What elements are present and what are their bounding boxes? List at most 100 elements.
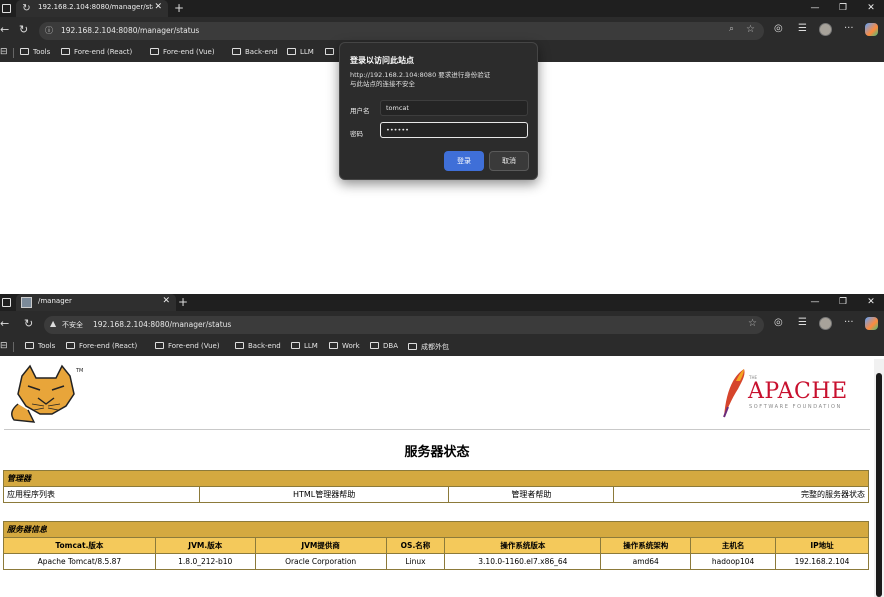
- cancel-button[interactable]: 取消: [489, 151, 529, 171]
- bookmark-tools[interactable]: Tools: [20, 48, 50, 56]
- bookmarks-menu-icon[interactable]: ⊟: [0, 341, 8, 351]
- extensions-icon[interactable]: ◎: [774, 23, 783, 34]
- server-info-column-headers: Tomcat.版本 JVM.版本 JVM提供商 OS.名称 操作系统版本 操作系…: [3, 537, 869, 554]
- security-label[interactable]: 不安全: [62, 320, 83, 330]
- extensions-icon[interactable]: ◎: [774, 317, 783, 328]
- back-icon[interactable]: ←: [0, 317, 9, 330]
- page-favicon-icon: [21, 297, 32, 308]
- tab-actions-icon[interactable]: [2, 298, 11, 307]
- more-menu-icon[interactable]: ···: [844, 23, 854, 34]
- complete-server-status-link[interactable]: 完整的服务器状态: [801, 490, 865, 499]
- favorites-icon[interactable]: ☰: [798, 317, 807, 328]
- browser-tab[interactable]: ↻ 192.168.2.104:8080/manager/stat ✕: [16, 0, 168, 17]
- bookmark-work[interactable]: Work: [329, 342, 360, 350]
- bookmark-llm[interactable]: LLM: [287, 48, 314, 56]
- more-menu-icon[interactable]: ···: [844, 317, 854, 328]
- app-list-link[interactable]: 应用程序列表: [7, 490, 55, 499]
- column-header: IP地址: [775, 537, 869, 554]
- manager-link-cell: 管理者帮助: [448, 486, 615, 503]
- loading-icon: ↻: [22, 3, 31, 14]
- new-tab-icon[interactable]: +: [178, 294, 188, 311]
- tab-actions-icon[interactable]: [2, 4, 11, 13]
- bookmark-fore-end-vue[interactable]: Fore-end (Vue): [155, 342, 220, 350]
- dialog-title: 登录以访问此站点: [350, 56, 414, 65]
- feather-icon: [723, 369, 745, 418]
- copilot-icon[interactable]: [865, 23, 878, 36]
- apache-logo[interactable]: THE APACHE SOFTWARE FOUNDATION: [718, 365, 858, 421]
- folder-icon: [408, 343, 417, 350]
- manager-link-cell: HTML管理器帮助: [198, 486, 450, 503]
- header-divider: [4, 429, 870, 430]
- browser-tab[interactable]: /manager ✕: [16, 294, 176, 311]
- table-cell: Oracle Corporation: [254, 553, 387, 570]
- restore-icon[interactable]: ❐: [836, 294, 850, 311]
- url-text: 192.168.2.104:8080/manager/status: [93, 320, 232, 329]
- refresh-icon[interactable]: ↻: [19, 23, 28, 36]
- favorite-star-icon[interactable]: ☆: [748, 318, 757, 329]
- folder-icon: [155, 342, 164, 349]
- profile-avatar[interactable]: [819, 317, 832, 330]
- folder-icon: [325, 48, 334, 55]
- column-header: 操作系统版本: [444, 537, 602, 554]
- table-cell: 1.8.0_212-b10: [154, 553, 256, 570]
- info-icon[interactable]: ⓘ: [45, 25, 53, 36]
- password-field[interactable]: ••••••: [380, 122, 528, 138]
- refresh-icon[interactable]: ↻: [24, 317, 33, 330]
- username-label: 用户名: [350, 107, 370, 115]
- column-header: JVM.版本: [154, 537, 256, 554]
- profile-avatar[interactable]: [819, 23, 832, 36]
- favorite-star-icon[interactable]: ☆: [746, 24, 755, 35]
- close-window-icon[interactable]: ✕: [864, 294, 878, 311]
- tomcat-logo[interactable]: TM: [4, 364, 88, 426]
- manager-link-cell: 应用程序列表: [3, 486, 200, 503]
- vertical-scrollbar[interactable]: [874, 359, 884, 597]
- tab-bar: ↻ 192.168.2.104:8080/manager/stat ✕ + — …: [0, 0, 884, 17]
- tab-bar: /manager ✕ + — ❐ ✕: [0, 294, 884, 311]
- tomcat-status-page: TM THE APACHE SOFTWARE FOUNDATION 服务器状态 …: [0, 359, 874, 597]
- minimize-icon[interactable]: —: [808, 0, 822, 17]
- address-bar[interactable]: ▲ 不安全 192.168.2.104:8080/manager/status …: [44, 316, 764, 334]
- username-field[interactable]: tomcat: [380, 100, 528, 116]
- manager-help-link[interactable]: 管理者帮助: [511, 490, 551, 499]
- folder-icon: [25, 342, 34, 349]
- warning-icon[interactable]: ▲: [50, 319, 56, 328]
- folder-icon: [61, 48, 70, 55]
- bookmark-fore-end-vue[interactable]: Fore-end (Vue): [150, 48, 215, 56]
- folder-icon: [329, 342, 338, 349]
- tab-title: 192.168.2.104:8080/manager/stat: [38, 3, 153, 11]
- address-bar[interactable]: ⓘ 192.168.2.104:8080/manager/status ⌕ ☆: [39, 22, 764, 40]
- address-bar-row: ← ↻ ▲ 不安全 192.168.2.104:8080/manager/sta…: [0, 311, 884, 339]
- close-window-icon[interactable]: ✕: [864, 0, 878, 17]
- new-tab-icon[interactable]: +: [174, 0, 184, 17]
- bookmark-llm[interactable]: LLM: [291, 342, 318, 350]
- favorites-icon[interactable]: ☰: [798, 23, 807, 34]
- dialog-description-line1: http://192.168.2.104:8080 要求进行身份验证: [350, 71, 491, 79]
- html-manager-help-link[interactable]: HTML管理器帮助: [293, 490, 355, 499]
- copilot-icon[interactable]: [865, 317, 878, 330]
- bookmark-dba[interactable]: DBA: [370, 342, 398, 350]
- zoom-icon[interactable]: ⌕: [729, 24, 734, 34]
- browser-window-login: ↻ 192.168.2.104:8080/manager/stat ✕ + — …: [0, 0, 884, 290]
- bookmark-work[interactable]: [325, 48, 338, 56]
- bookmarks-menu-icon[interactable]: ⊟: [0, 47, 8, 57]
- bookmark-fore-end-react[interactable]: Fore-end (React): [61, 48, 132, 56]
- back-icon[interactable]: ←: [0, 23, 9, 36]
- bookmark-chengdu[interactable]: 成都外包: [408, 342, 449, 352]
- table-cell: Apache Tomcat/8.5.87: [3, 553, 156, 570]
- svg-text:TM: TM: [75, 368, 83, 374]
- bookmark-back-end[interactable]: Back-end: [232, 48, 278, 56]
- bookmark-fore-end-react[interactable]: Fore-end (React): [66, 342, 137, 350]
- minimize-icon[interactable]: —: [808, 294, 822, 311]
- close-tab-icon[interactable]: ✕: [162, 296, 170, 306]
- restore-icon[interactable]: ❐: [836, 0, 850, 17]
- apache-subtitle: SOFTWARE FOUNDATION: [749, 404, 842, 410]
- manager-link-cell: 完整的服务器状态: [613, 486, 869, 503]
- close-tab-icon[interactable]: ✕: [154, 2, 162, 12]
- bookmark-back-end[interactable]: Back-end: [235, 342, 281, 350]
- bookmarks-divider: [13, 48, 14, 58]
- login-button[interactable]: 登录: [444, 151, 484, 171]
- folder-icon: [66, 342, 75, 349]
- bookmark-tools[interactable]: Tools: [25, 342, 55, 350]
- scrollbar-thumb[interactable]: [876, 373, 882, 597]
- auth-dialog: 登录以访问此站点 http://192.168.2.104:8080 要求进行身…: [339, 42, 538, 180]
